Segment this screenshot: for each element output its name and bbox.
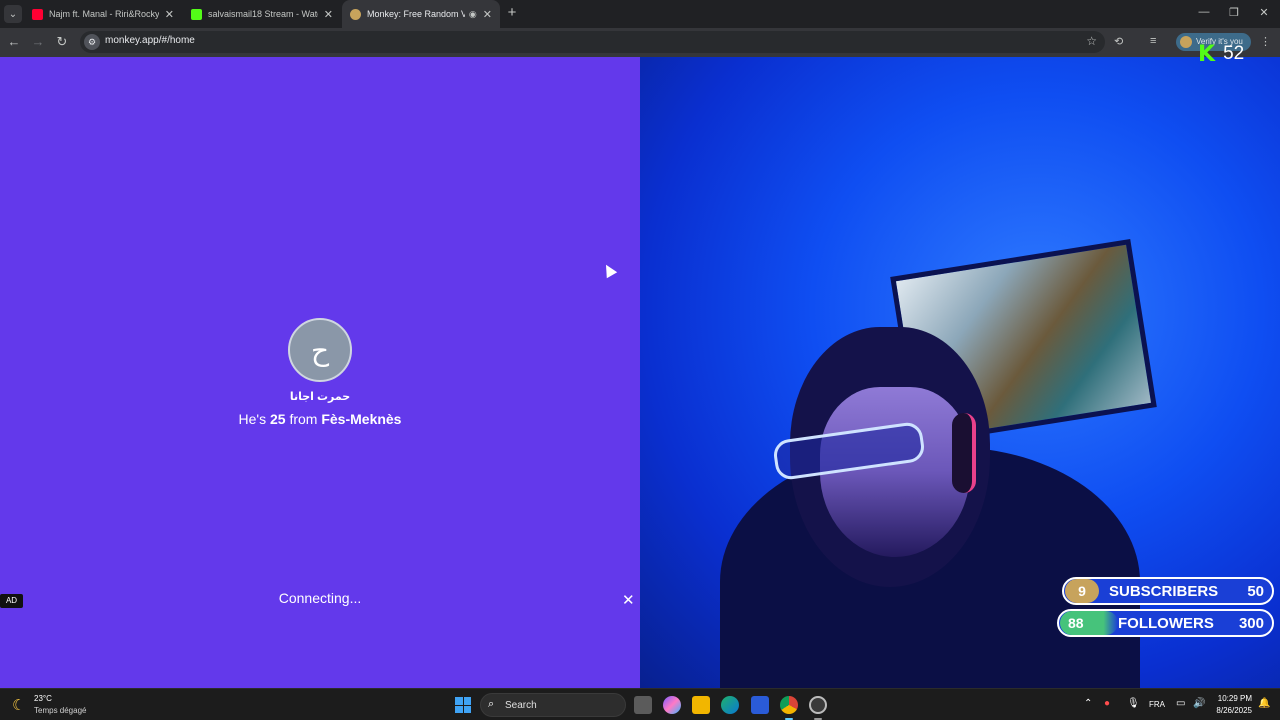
kick-logo-icon: K	[1198, 41, 1216, 67]
match-pane: ح حمرت اجانا He's 25 from Fès-Meknès Con…	[0, 57, 640, 688]
language-indicator[interactable]: FRA	[1149, 700, 1165, 709]
tab-monkey[interactable]: Monkey: Free Random Vide ◉ ✕	[342, 0, 500, 28]
info-from: from	[289, 411, 318, 427]
tab-youtube[interactable]: Najm ft. Manal - Riri&Rocky ( O ✕	[24, 0, 182, 28]
media-controls-icon[interactable]: ≡	[1150, 35, 1156, 47]
tab-title: Najm ft. Manal - Riri&Rocky ( O	[49, 9, 159, 19]
network-icon[interactable]: ▭	[1176, 698, 1185, 709]
back-button[interactable]: ←	[6, 34, 22, 50]
task-view-icon[interactable]	[634, 696, 652, 714]
address-bar[interactable]: ⚙ monkey.app/#/home ☆	[80, 31, 1105, 53]
menu-dots-icon[interactable]: ⋮	[1260, 35, 1271, 48]
reload-button[interactable]: ↻	[54, 34, 70, 50]
forward-button[interactable]: →	[30, 34, 46, 50]
close-icon[interactable]: ✕	[165, 8, 174, 21]
connection-status: Connecting...	[278, 590, 362, 606]
new-tab-button[interactable]: +	[504, 5, 520, 21]
followers-count: 88	[1060, 611, 1118, 635]
url-text: monkey.app/#/home	[105, 35, 195, 46]
mouse-cursor-icon	[600, 261, 618, 279]
volume-icon[interactable]: 🔊	[1193, 698, 1205, 709]
maximize-button[interactable]: ❐	[1227, 6, 1241, 19]
viewer-count-overlay: K 52	[1198, 41, 1245, 67]
info-prefix: He's	[238, 411, 267, 427]
monkey-icon	[350, 8, 361, 20]
chrome-icon[interactable]	[780, 696, 798, 714]
weather-temperature[interactable]: 23°C	[34, 694, 52, 703]
followers-target: 300	[1238, 614, 1264, 632]
viewer-count: 52	[1223, 43, 1245, 64]
subscribers-label: SUBSCRIBERS	[1109, 582, 1219, 600]
tab-kick[interactable]: salvaismail18 Stream - Watch Li ✕	[183, 0, 341, 28]
ad-badge: AD	[0, 594, 23, 608]
headset	[952, 413, 976, 493]
kick-icon	[191, 8, 202, 20]
match-age: 25	[269, 411, 286, 427]
close-icon[interactable]: ✕	[324, 8, 333, 21]
chevron-up-icon[interactable]: ⌃	[1084, 698, 1092, 709]
tab-title: Monkey: Free Random Vide	[367, 9, 465, 19]
recording-icon: ◉	[468, 8, 477, 19]
subscribers-target: 50	[1247, 582, 1264, 600]
window-close-button[interactable]: ✕	[1257, 6, 1271, 19]
subscribers-count: 9	[1065, 579, 1099, 603]
history-icon[interactable]: ⟲	[1114, 35, 1123, 48]
search-icon: ⌕	[488, 698, 495, 710]
close-icon[interactable]: ✕	[483, 8, 492, 21]
chevron-down-icon: ⌄	[8, 8, 18, 20]
match-name: حمرت اجانا	[289, 391, 351, 403]
tab-title: salvaismail18 Stream - Watch Li	[208, 9, 318, 19]
followers-label: FOLLOWERS	[1118, 614, 1214, 632]
close-icon[interactable]: ✕	[622, 591, 635, 609]
tray-app-icon[interactable]: ●	[1104, 698, 1110, 709]
windows-start-icon[interactable]	[455, 697, 471, 713]
site-info-icon[interactable]: ⚙	[84, 34, 100, 50]
tab-search-button[interactable]: ⌄	[4, 5, 22, 23]
edge-icon[interactable]	[721, 696, 739, 714]
tab-strip: ⌄ Najm ft. Manal - Riri&Rocky ( O ✕ salv…	[0, 0, 1280, 28]
bookmark-star-icon[interactable]: ☆	[1086, 34, 1097, 48]
file-explorer-icon[interactable]	[692, 696, 710, 714]
weather-condition[interactable]: Temps dégagé	[34, 706, 86, 715]
profile-avatar-icon	[1180, 36, 1192, 48]
microphone-icon[interactable]: 🎙	[1127, 698, 1140, 709]
notification-bell-icon[interactable]: 🔔	[1258, 698, 1270, 709]
clock-date[interactable]: 8/26/2025	[1208, 706, 1252, 715]
avatar-letter: ح	[310, 334, 330, 366]
match-info: He's 25 from Fès-Meknès	[0, 411, 640, 427]
taskbar-search[interactable]: ⌕ Search	[480, 693, 626, 717]
youtube-icon	[32, 8, 43, 20]
moon-icon[interactable]: ☾	[12, 696, 25, 714]
minimize-button[interactable]: —	[1197, 6, 1211, 18]
avatar: ح	[288, 318, 352, 382]
windows-taskbar: ☾ 23°C Temps dégagé ⌕ Search ⌃ ● 🎙 FRA ▭…	[0, 688, 1280, 720]
subscribers-goal: 9 SUBSCRIBERS 50	[1062, 577, 1274, 605]
obs-icon[interactable]	[809, 696, 827, 714]
match-location: Fès-Meknès	[321, 411, 402, 427]
search-label: Search	[505, 700, 537, 711]
browser-toolbar: ← → ↻ ⚙ monkey.app/#/home ☆ ⟲ ≡ Verify i…	[0, 28, 1280, 57]
followers-goal: 88 FOLLOWERS 300	[1057, 609, 1274, 637]
copilot-icon[interactable]	[663, 696, 681, 714]
store-icon[interactable]	[751, 696, 769, 714]
clock-time[interactable]: 10:29 PM	[1214, 694, 1252, 703]
